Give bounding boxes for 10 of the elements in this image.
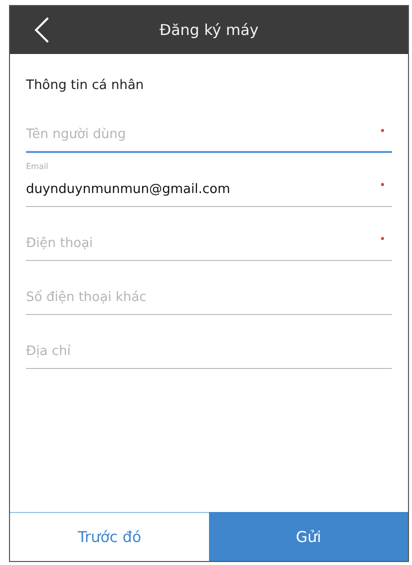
input-field[interactable]: Số điện thoại khác: [26, 280, 392, 315]
input-field[interactable]: Địa chỉ: [26, 334, 392, 369]
section-title: Thông tin cá nhân: [26, 78, 145, 93]
screen-title: Đăng ký máy: [159, 21, 259, 39]
input-field[interactable]: Điện thoại: [26, 226, 392, 261]
submit-button[interactable]: Gửi: [209, 512, 408, 561]
field-label: Email: [26, 161, 50, 172]
input-field[interactable]: Tên người dùng: [26, 118, 392, 153]
input-field[interactable]: duynduynmunmun@gmail.com: [26, 172, 392, 207]
back-icon[interactable]: [34, 16, 50, 44]
